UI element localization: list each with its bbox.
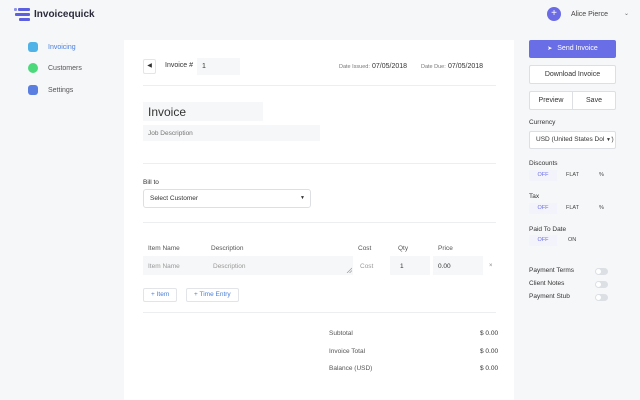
paid-to-date-label: Paid To Date xyxy=(529,226,567,233)
column-header-cost: Cost xyxy=(358,245,372,252)
tax-off-option[interactable]: OFF xyxy=(529,203,557,214)
add-time-entry-button[interactable]: + Time Entry xyxy=(186,288,239,302)
divider xyxy=(143,312,496,313)
user-name[interactable]: Alice Pierce xyxy=(571,11,608,18)
download-invoice-button[interactable]: Download Invoice xyxy=(529,65,616,84)
subtotal-value: $ 0.00 xyxy=(480,330,499,337)
payment-terms-toggle[interactable] xyxy=(595,268,608,275)
back-button[interactable]: ◀ xyxy=(143,59,156,74)
chevron-down-icon[interactable]: ⌄ xyxy=(624,10,629,17)
discounts-label: Discounts xyxy=(529,160,558,167)
caret-down-icon: ▼ xyxy=(604,132,611,148)
column-header-qty: Qty xyxy=(398,245,409,252)
divider xyxy=(143,163,496,164)
invoice-total-label: Invoice Total xyxy=(329,348,366,355)
client-notes-toggle[interactable] xyxy=(595,281,608,288)
item-name-input[interactable]: Item Name xyxy=(148,263,180,270)
client-notes-label: Client Notes xyxy=(529,280,565,287)
invoice-number-label: Invoice # xyxy=(165,62,194,69)
column-header-description: Description xyxy=(211,245,244,252)
currency-select[interactable]: USD (United States Dollar) ▼ xyxy=(529,131,616,149)
payment-stub-toggle[interactable] xyxy=(595,294,608,301)
invoice-card xyxy=(124,40,514,400)
paid-off-option[interactable]: OFF xyxy=(529,235,557,246)
divider xyxy=(143,222,496,223)
divider xyxy=(143,85,496,86)
tax-flat-option[interactable]: FLAT xyxy=(566,205,579,211)
balance-label: Balance (USD) xyxy=(329,365,373,372)
column-header-price: Price xyxy=(438,245,453,252)
save-button[interactable]: Save xyxy=(573,92,615,109)
date-issued-value[interactable]: 07/05/2018 xyxy=(372,63,407,70)
caret-down-icon: ▼ xyxy=(300,195,305,201)
item-price-value: 0.00 xyxy=(438,263,451,270)
qty-field-background xyxy=(390,256,430,275)
sidebar-item-invoicing[interactable]: Invoicing xyxy=(28,40,76,54)
item-cost-input[interactable]: Cost xyxy=(360,263,373,270)
currency-select-value: USD (United States Dollar) xyxy=(536,136,614,143)
tax-percent-option[interactable]: % xyxy=(599,205,604,211)
invoice-total-value: $ 0.00 xyxy=(480,348,499,355)
logo-icon xyxy=(14,8,30,21)
paid-on-option[interactable]: ON xyxy=(568,237,576,243)
remove-item-icon[interactable]: × xyxy=(489,263,493,269)
discounts-off-option[interactable]: OFF xyxy=(529,170,557,181)
app-name: Invoicequick xyxy=(34,9,95,20)
currency-label: Currency xyxy=(529,119,556,126)
add-item-button[interactable]: + Item xyxy=(143,288,178,302)
send-invoice-button[interactable]: ➤ Send Invoice xyxy=(529,40,616,58)
date-due-label: Date Due: xyxy=(421,64,446,70)
tax-label: Tax xyxy=(529,193,540,200)
send-icon: ➤ xyxy=(547,46,553,52)
preview-button[interactable]: Preview xyxy=(530,92,573,109)
customer-select-value: Select Customer xyxy=(150,195,199,202)
customer-select[interactable]: Select Customer ▼ xyxy=(143,189,311,208)
balance-value: $ 0.00 xyxy=(480,365,499,372)
send-invoice-label: Send Invoice xyxy=(557,45,598,52)
add-icon[interactable]: + xyxy=(547,7,561,21)
resize-handle-icon[interactable] xyxy=(346,267,352,273)
preview-save-group: Preview Save xyxy=(529,91,616,110)
subtotal-label: Subtotal xyxy=(329,330,353,337)
settings-icon xyxy=(28,85,38,95)
sidebar-item-label: Invoicing xyxy=(48,43,76,51)
customers-icon xyxy=(28,63,38,73)
sidebar-item-customers[interactable]: Customers xyxy=(28,61,82,75)
sidebar-item-label: Customers xyxy=(48,64,82,72)
date-due-value[interactable]: 07/05/2018 xyxy=(448,63,483,70)
invoice-title-input[interactable] xyxy=(143,102,263,121)
item-qty-input[interactable]: 1 xyxy=(400,263,404,270)
payment-terms-label: Payment Terms xyxy=(529,267,575,274)
payment-stub-label: Payment Stub xyxy=(529,293,570,300)
sidebar-item-label: Settings xyxy=(48,86,74,94)
invoice-number-input[interactable] xyxy=(197,58,240,75)
date-issued-label: Date Issued: xyxy=(339,64,370,70)
item-description-input[interactable]: Description xyxy=(213,263,246,270)
column-header-item-name: Item Name xyxy=(148,245,180,252)
invoice-icon xyxy=(28,42,38,52)
bill-to-label: Bill to xyxy=(143,179,159,186)
sidebar-item-settings[interactable]: Settings xyxy=(28,83,73,97)
discounts-flat-option[interactable]: FLAT xyxy=(566,172,579,178)
discounts-percent-option[interactable]: % xyxy=(599,172,604,178)
job-description-input[interactable] xyxy=(143,125,320,141)
